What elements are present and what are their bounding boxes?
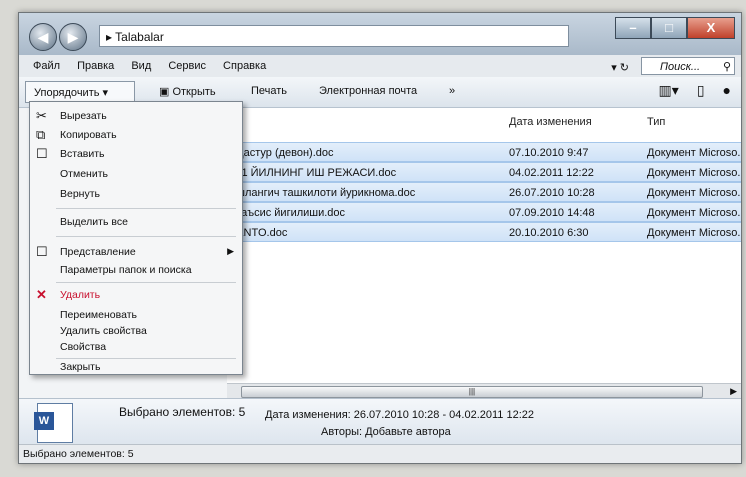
layout-icon: ☐ xyxy=(36,244,48,259)
status-text: Выбрано элементов: 5 xyxy=(23,448,134,460)
menu-item-properties[interactable]: Свойства xyxy=(60,341,106,353)
column-date[interactable]: Дата изменения xyxy=(509,116,592,128)
menu-item-cut[interactable]: Вырезать xyxy=(60,110,107,122)
details-authors[interactable]: Авторы: Добавьте автора xyxy=(321,426,451,438)
details-selected-count: Выбрано элементов: 5 xyxy=(119,405,246,419)
file-row[interactable]: ...таъсис йигилиши.doc 07.09.2010 14:48 … xyxy=(227,202,741,222)
menu-file[interactable]: Файл xyxy=(33,60,60,72)
file-row[interactable]: ...шлангич ташкилоти йурикнома.doc 26.07… xyxy=(227,182,741,202)
title-bar: ◀ ▶ ▸ Talabalar – □ X xyxy=(19,13,741,55)
menu-item-rename[interactable]: Переименовать xyxy=(60,309,137,321)
open-button[interactable]: ▣ Открыть xyxy=(159,85,216,98)
close-button[interactable]: X xyxy=(687,17,735,39)
menu-bar: Файл Правка Вид Сервис Справка ▾ ↻ Поиск… xyxy=(19,55,741,77)
open-icon: ▣ xyxy=(159,86,173,98)
forward-icon[interactable]: ▶ xyxy=(59,23,87,51)
file-type: Документ Microso... xyxy=(647,207,742,219)
preview-pane-icon[interactable]: ▯ xyxy=(697,82,705,99)
file-type: Документ Microso... xyxy=(647,167,742,179)
word-document-icon: W xyxy=(34,403,73,443)
menu-item-close[interactable]: Закрыть xyxy=(60,361,100,373)
file-date: 04.02.2011 12:22 xyxy=(509,167,594,179)
menu-item-folder-options[interactable]: Параметры папок и поиска xyxy=(60,264,192,276)
horizontal-scrollbar[interactable]: ||| ▶ xyxy=(227,383,741,398)
menu-view[interactable]: Вид xyxy=(131,60,151,72)
view-options-icon[interactable]: ▥▾ xyxy=(659,82,679,99)
address-bar[interactable]: ▸ Talabalar xyxy=(99,25,569,47)
column-type[interactable]: Тип xyxy=(647,116,665,128)
menu-help[interactable]: Справка xyxy=(223,60,266,72)
search-icon: ⚲ xyxy=(722,61,731,73)
status-bar: Выбрано элементов: 5 xyxy=(19,444,741,463)
file-name: ...шлангич ташкилоти йурикнома.doc xyxy=(227,187,416,199)
address-text: Talabalar xyxy=(115,30,164,44)
menu-item-redo[interactable]: Вернуть xyxy=(60,188,100,200)
back-icon[interactable]: ◀ xyxy=(29,23,57,51)
menu-item-layout[interactable]: Представление xyxy=(60,246,136,258)
file-name: ...таъсис йигилиши.doc xyxy=(227,207,346,219)
menu-separator xyxy=(56,358,236,359)
menu-tools[interactable]: Сервис xyxy=(168,60,206,72)
minimize-button[interactable]: – xyxy=(615,17,651,39)
menu-edit[interactable]: Правка xyxy=(77,60,114,72)
cut-icon: ✂ xyxy=(36,108,47,123)
file-row[interactable]: ...Дастур (девон).doc 07.10.2010 9:47 До… xyxy=(227,142,741,162)
search-placeholder: Поиск... xyxy=(660,61,701,73)
print-button[interactable]: Печать xyxy=(251,85,287,97)
window-controls: – □ X xyxy=(615,17,735,39)
menu-separator xyxy=(56,208,236,209)
view-controls: ▥▾ ▯ ● xyxy=(659,82,731,99)
file-date: 07.10.2010 9:47 xyxy=(509,147,589,159)
delete-icon: ✕ xyxy=(36,287,47,302)
file-date: 26.07.2010 10:28 xyxy=(509,187,595,199)
menu-separator xyxy=(56,282,236,283)
email-button[interactable]: Электронная почта xyxy=(319,85,417,97)
details-pane: W Выбрано элементов: 5 Дата изменения: 2… xyxy=(19,398,741,445)
file-row[interactable]: ...11 ЙИЛНИНГ ИШ РЕЖАСИ.doc 04.02.2011 1… xyxy=(227,162,741,182)
help-icon[interactable]: ● xyxy=(723,82,731,99)
menu-item-paste[interactable]: Вставить xyxy=(60,148,105,160)
menu-item-delete[interactable]: Удалить xyxy=(60,289,100,301)
file-type: Документ Microso... xyxy=(647,187,742,199)
file-type: Документ Microso... xyxy=(647,147,742,159)
breadcrumb-arrow-icon: ▸ xyxy=(106,30,116,44)
file-date: 07.09.2010 14:48 xyxy=(509,207,595,219)
scroll-right-icon[interactable]: ▶ xyxy=(730,384,737,398)
file-type: Документ Microso... xyxy=(647,227,742,239)
menu-item-select-all[interactable]: Выделить все xyxy=(60,216,128,228)
organize-button[interactable]: Упорядочить ▾ xyxy=(25,81,135,103)
maximize-button[interactable]: □ xyxy=(651,17,687,39)
file-list: Дата изменения Тип ...Дастур (девон).doc… xyxy=(227,108,741,398)
submenu-arrow-icon: ▶ xyxy=(227,246,234,256)
open-label: Открыть xyxy=(172,86,216,98)
copy-icon: ⧉ xyxy=(36,127,46,142)
scrollbar-thumb[interactable]: ||| xyxy=(241,386,703,398)
details-date-modified: Дата изменения: 26.07.2010 10:28 - 04.02… xyxy=(265,409,534,421)
menu-separator xyxy=(56,236,236,237)
file-row[interactable]: ...ANTO.doc 20.10.2010 6:30 Документ Mic… xyxy=(227,222,741,242)
menu-item-undo[interactable]: Отменить xyxy=(60,168,108,180)
paste-icon: ☐ xyxy=(36,146,48,161)
refresh-icon[interactable]: ▾ ↻ xyxy=(611,57,629,79)
search-input[interactable]: Поиск... ⚲ xyxy=(641,57,735,75)
more-button[interactable]: » xyxy=(449,85,455,97)
menu-item-copy[interactable]: Копировать xyxy=(60,129,117,141)
organize-menu: ✂ Вырезать ⧉ Копировать ☐ Вставить Отмен… xyxy=(29,101,243,375)
menu-item-remove-properties[interactable]: Удалить свойства xyxy=(60,325,147,337)
file-date: 20.10.2010 6:30 xyxy=(509,227,589,239)
explorer-window: ◀ ▶ ▸ Talabalar – □ X Файл Правка Вид Се… xyxy=(18,12,742,464)
file-name: ...11 ЙИЛНИНГ ИШ РЕЖАСИ.doc xyxy=(227,167,397,179)
